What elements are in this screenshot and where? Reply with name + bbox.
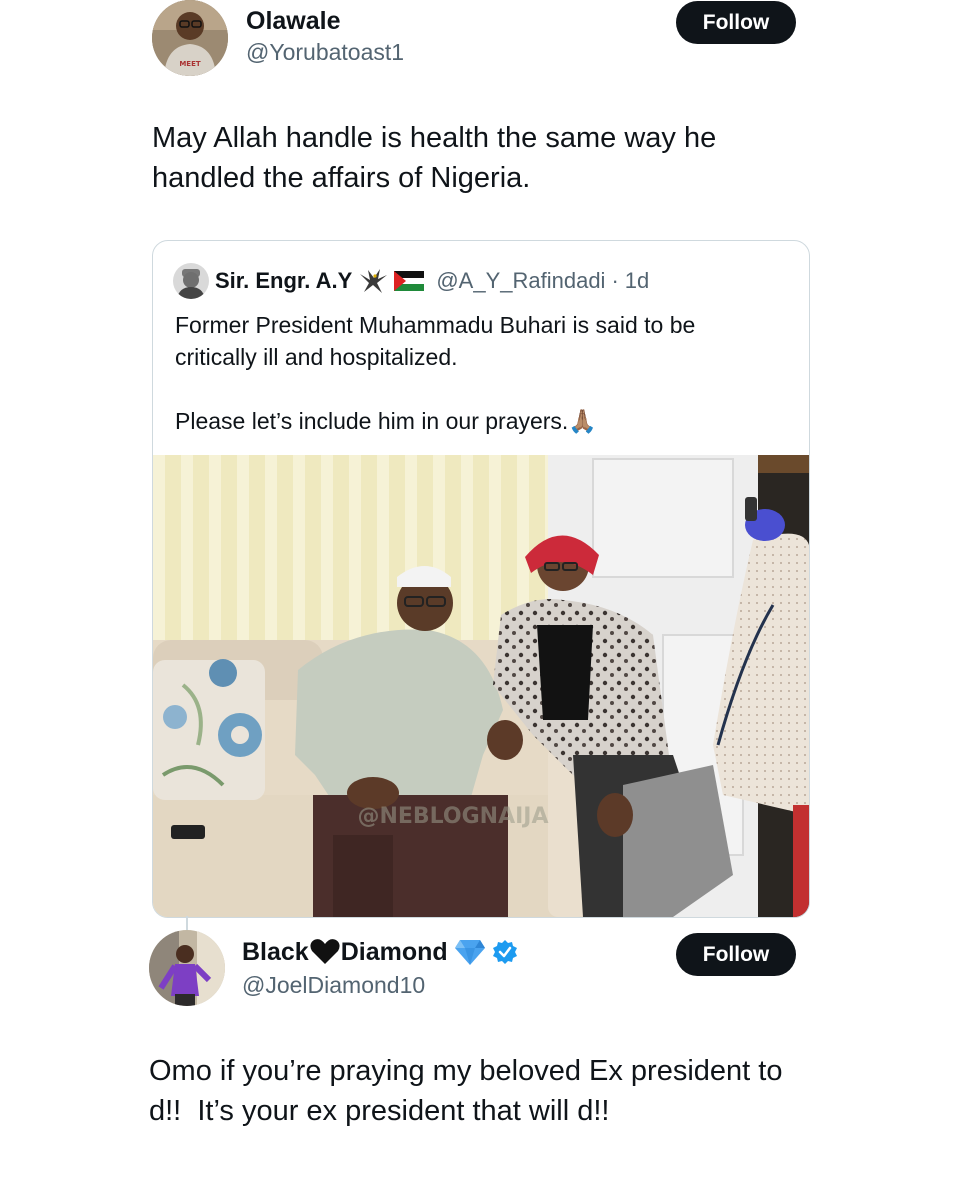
quoted-tweet-text: Former President Muhammadu Buhari is sai… xyxy=(175,309,795,437)
tweet-text: May Allah handle is health the same way … xyxy=(152,118,892,198)
tweet-text-line: d!! It’s your ex president that will d!! xyxy=(149,1095,610,1127)
quoted-avatar[interactable] xyxy=(173,263,209,299)
display-name[interactable]: Black Diamond xyxy=(242,937,518,967)
thread-connector xyxy=(186,916,188,930)
quoted-tweet-card[interactable]: Sir. Engr. A.Y @A_Y_Rafindadi · 1d Forme… xyxy=(152,240,810,918)
folded-hands-icon: 🙏🏽 xyxy=(568,408,597,434)
quoted-handle[interactable]: @A_Y_Rafindadi xyxy=(436,268,605,294)
meta-separator: · xyxy=(611,268,619,293)
quoted-tweet-header: Sir. Engr. A.Y @A_Y_Rafindadi · 1d xyxy=(173,263,649,299)
avatar-black-diamond[interactable] xyxy=(149,930,225,1006)
quoted-text-line: Please let’s include him in our prayers.… xyxy=(175,408,597,434)
follow-button[interactable]: Follow xyxy=(676,933,796,976)
display-name-part: Diamond xyxy=(340,938,448,966)
photo-watermark: @NEBLOGNAIJA xyxy=(357,804,548,829)
verified-badge-icon[interactable] xyxy=(492,939,518,965)
display-name-part: Black xyxy=(242,938,309,966)
quoted-timestamp[interactable]: 1d xyxy=(625,268,649,294)
quoted-tweet-photo[interactable]: @NEBLOGNAIJA xyxy=(153,455,809,917)
follow-button[interactable]: Follow xyxy=(676,1,796,44)
quoted-text-line: Former President Muhammadu Buhari is sai… xyxy=(175,312,696,338)
user-handle[interactable]: @Yorubatoast1 xyxy=(246,38,404,66)
quoted-text-line: critically ill and hospitalized. xyxy=(175,344,458,370)
svg-text:MEET: MEET xyxy=(179,60,201,68)
quoted-display-name[interactable]: Sir. Engr. A.Y xyxy=(215,268,352,294)
black-heart-icon xyxy=(309,938,341,966)
eagle-icon xyxy=(358,268,388,294)
display-name[interactable]: Olawale xyxy=(246,6,341,36)
diamond-icon xyxy=(454,938,486,966)
tweet-text-line: Omo if you’re praying my beloved Ex pres… xyxy=(149,1055,783,1087)
palestine-flag-icon xyxy=(394,271,425,291)
user-handle[interactable]: @JoelDiamond10 xyxy=(242,971,425,999)
avatar-olawale[interactable]: MEET xyxy=(152,0,228,76)
tweet-text: Omo if you’re praying my beloved Ex pres… xyxy=(149,1051,909,1131)
tweet-text-line: May Allah handle is health the same way … xyxy=(152,122,717,154)
tweet-text-line: handled the affairs of Nigeria. xyxy=(152,162,531,194)
